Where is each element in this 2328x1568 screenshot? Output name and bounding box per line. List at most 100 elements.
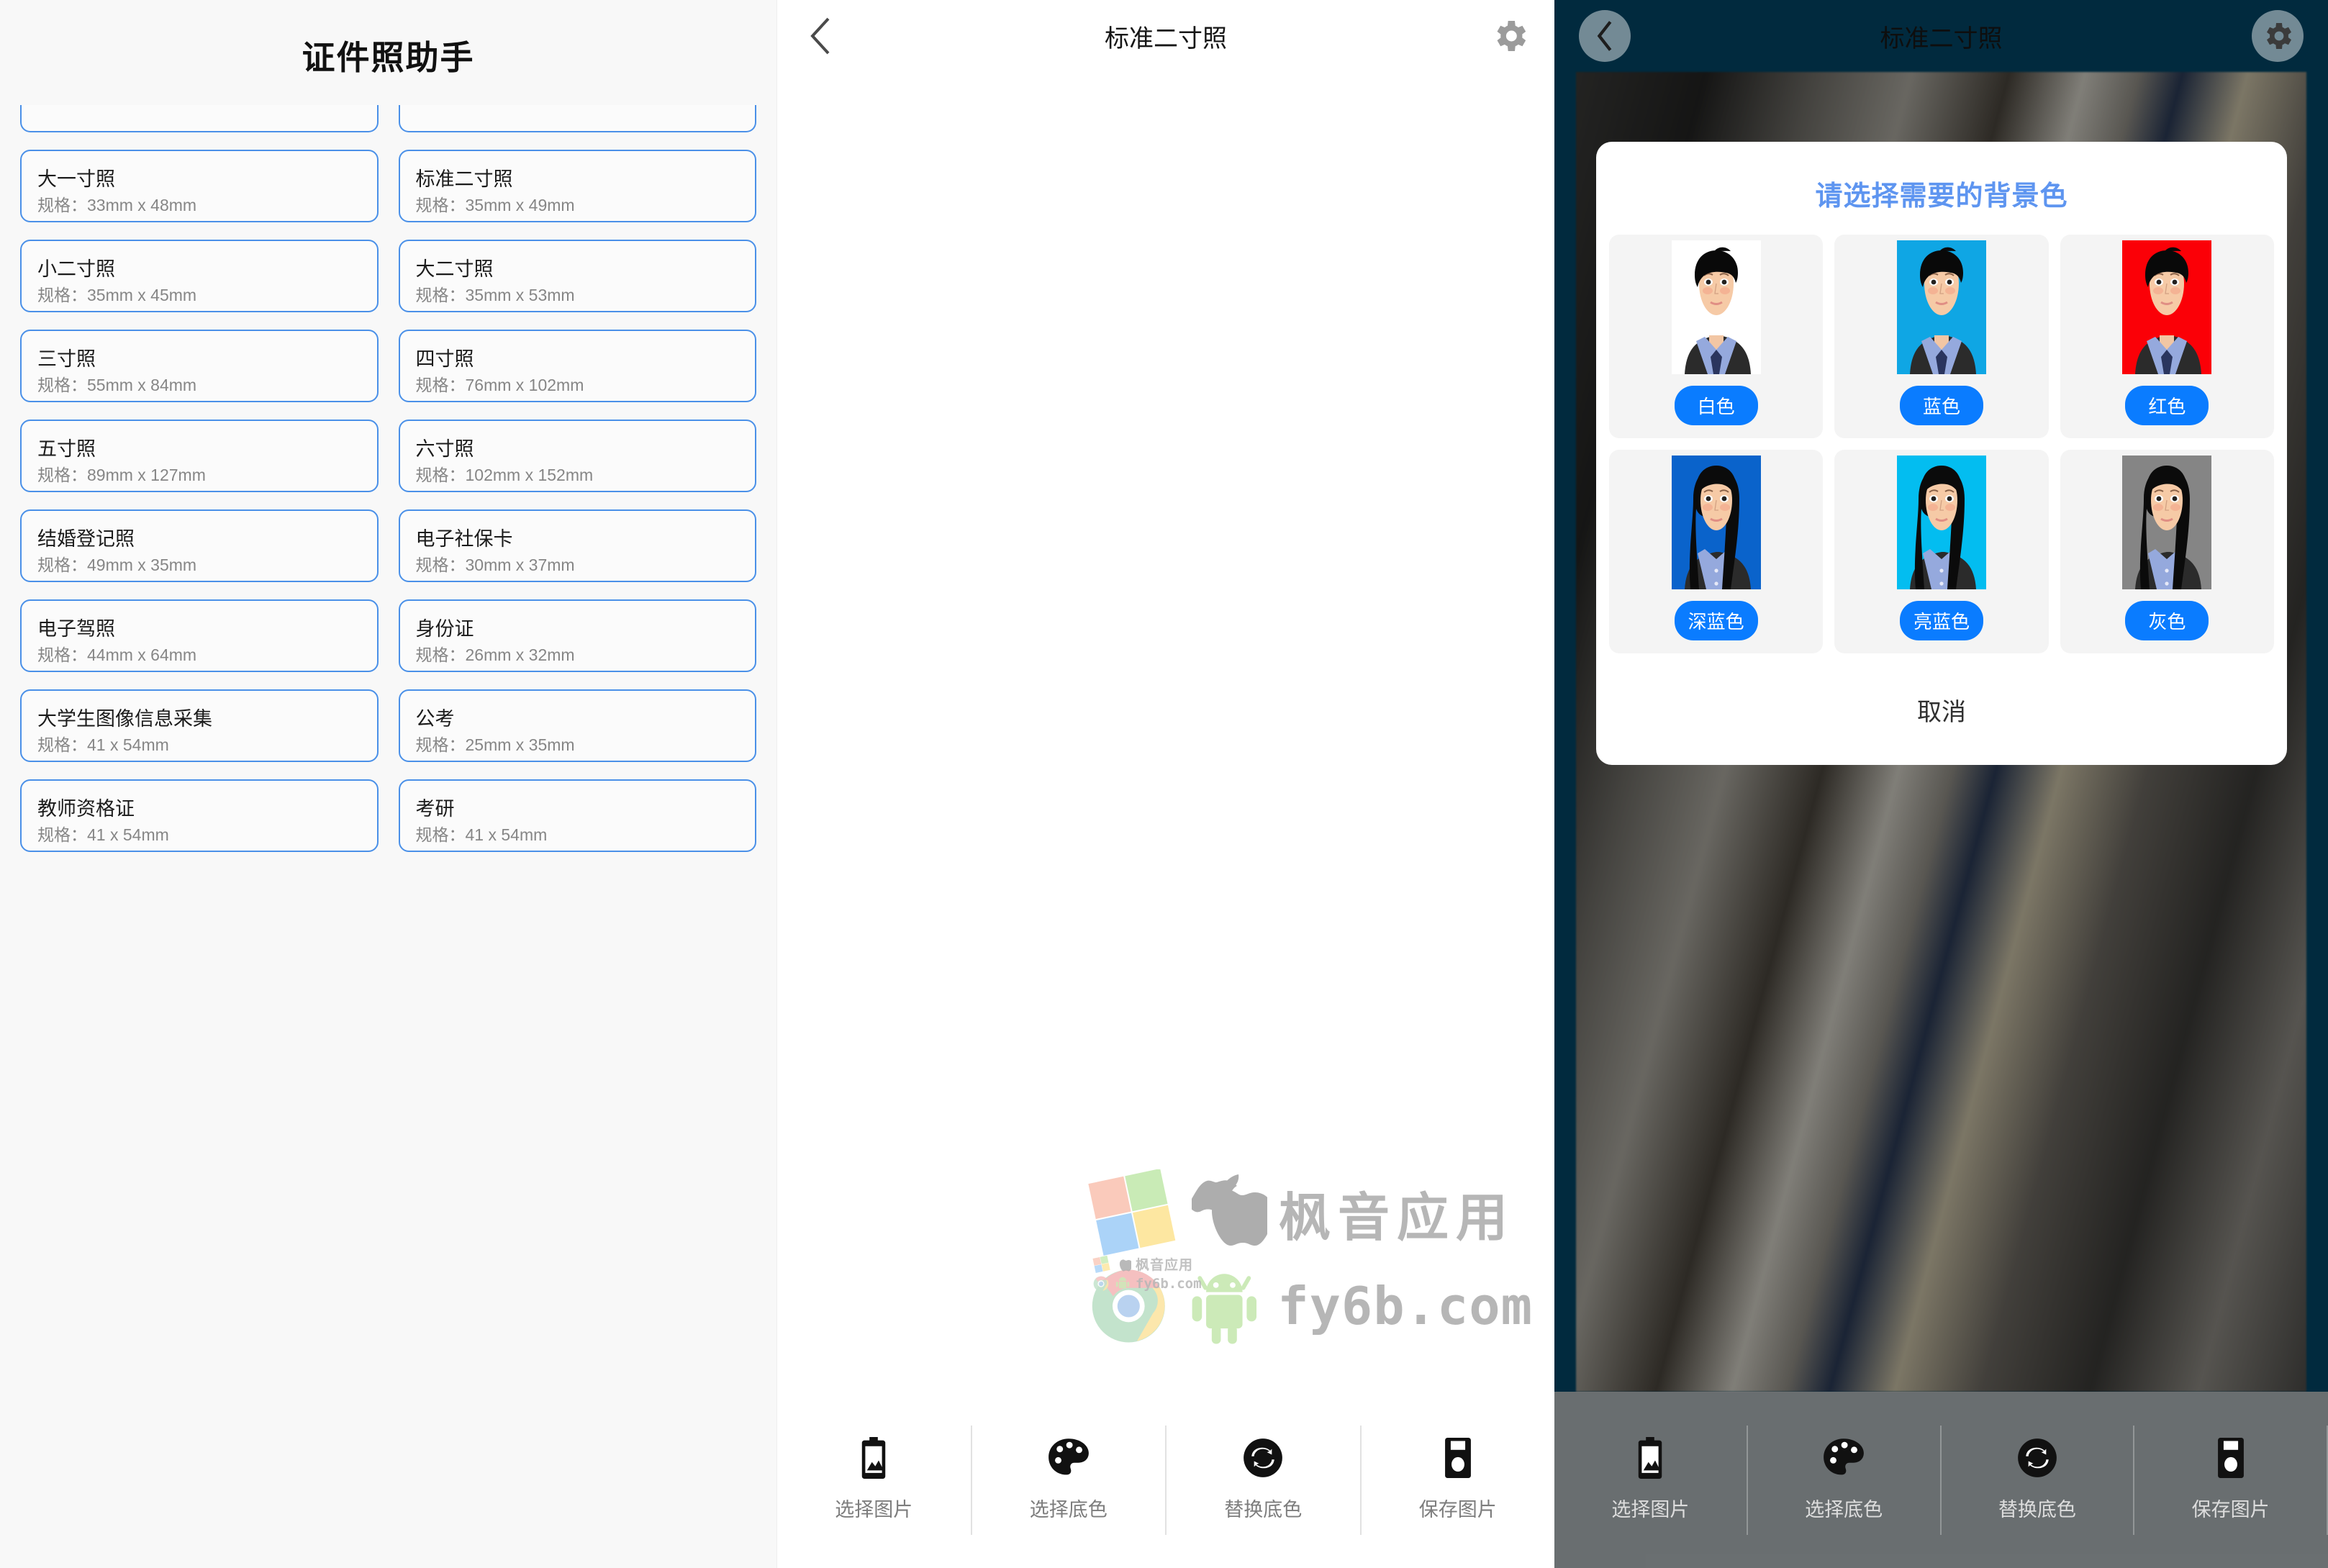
spec-card-name: 考研 [415,797,455,820]
color-preview-thumbnail [2122,456,2212,589]
spec-card[interactable]: 五寸照规格：89mm x 127mm [20,420,379,492]
swap-circle-icon [1243,1438,1283,1478]
spec-card[interactable]: 公考规格：25mm x 35mm [398,689,756,762]
toolbar-item-label: 保存图片 [1418,1499,1497,1521]
spec-card-name: 公考 [415,707,455,730]
spec-card-name: 标准二寸照 [415,168,513,190]
background-color-dialog: 请选择需要的背景色 白色 蓝色 红色深蓝色 亮蓝色 灰色 取消 [1596,142,2287,765]
color-option-button[interactable]: 亮蓝色 [1899,601,1983,640]
picker-topbar: 标准二寸照 [1554,0,2328,72]
spec-card-name: 小二寸照 [37,258,115,280]
panel-color-picker: 标准二寸照 请选择需要的背景色 白色 蓝色 红色深蓝色 亮蓝色 灰色 取消 选择图片 选择… [1554,0,2328,1568]
color-option-card[interactable]: 蓝色 [1834,235,2049,438]
toolbar-item-image-picker[interactable]: 选择图片 [1554,1425,1748,1535]
editor-title: 标准二寸照 [1105,24,1227,53]
cancel-button[interactable]: 取消 [1596,653,2287,746]
panel-spec-list: 证件照助手 大一寸照规格：33mm x 48mm 标准二寸照 规格：35mm x 4… [0,0,777,1568]
spec-card[interactable]: 大学生图像信息采集 规格：41 x 54mm [20,689,379,762]
spec-card-size: 规格：26mm x 32mm [415,645,575,665]
swap-circle-icon [2017,1438,2057,1478]
spec-card-size: 规格：41 x 54mm [37,825,169,845]
spec-card[interactable]: 小二寸照 规格：35mm x 45mm [20,240,379,312]
spec-card-grid: 大一寸照规格：33mm x 48mm 标准二寸照 规格：35mm x 49mm 小二寸… [0,105,776,852]
photo-canvas[interactable] [777,72,1554,1392]
color-option-card[interactable]: 灰色 [2060,450,2274,653]
spec-card-size: 规格：102mm x 152mm [415,466,594,485]
spec-card-size: 规格：44mm x 64mm [37,645,197,665]
spec-card-name: 五寸照 [37,438,96,460]
spec-card-size: 规格：41 x 54mm [37,735,169,755]
editor-toolbar: 选择图片 选择底色 替换底色 保存图片 [777,1392,1554,1568]
spec-card[interactable]: 教师资格证规格：41 x 54mm [20,779,379,852]
save-icon [2213,1438,2249,1478]
toolbar-item-image-picker[interactable]: 选择图片 [777,1425,972,1535]
gear-icon[interactable] [1490,16,1530,56]
spec-card-size: 规格：89mm x 127mm [37,466,206,485]
color-preview-thumbnail [1671,456,1761,589]
color-option-card[interactable]: 亮蓝色 [1834,450,2049,653]
toolbar-item-save[interactable]: 保存图片 [2134,1425,2328,1535]
color-preview-thumbnail [1896,240,1986,374]
toolbar-item-label: 替换底色 [1224,1499,1303,1521]
spec-card-name: 教师资格证 [37,797,135,820]
color-option-button[interactable]: 深蓝色 [1674,601,1758,640]
spec-card-name: 电子社保卡 [415,527,513,550]
toolbar-item-swap-circle[interactable]: 替换底色 [1167,1425,1362,1535]
spec-card[interactable]: 四寸照 规格：76mm x 102mm [398,330,756,402]
spec-card[interactable]: 身份证 规格：26mm x 32mm [398,599,756,672]
panel-editor: 标准二寸照 枫音应用 fy6b.com 枫音应用 fy6b.com 选择图片 选… [777,0,1554,1568]
dialog-title: 请选择需要的背景色 [1815,181,2068,212]
color-option-card[interactable]: 红色 [2060,235,2274,438]
chevron-left-icon[interactable] [1579,10,1631,62]
palette-icon [1048,1438,1090,1478]
spec-card[interactable]: 电子社保卡规格：30mm x 37mm [398,509,756,582]
spec-card-name: 电子驾照 [37,617,115,640]
spec-card-size: 规格：25mm x 35mm [415,735,575,755]
toolbar-item-label: 选择底色 [1029,1499,1108,1521]
toolbar-item-palette[interactable]: 选择底色 [1748,1425,1942,1535]
toolbar-item-label: 保存图片 [2191,1499,2270,1521]
palette-icon [1823,1438,1865,1478]
picker-title: 标准二寸照 [1880,24,2003,53]
spec-card[interactable]: 大二寸照 规格：35mm x 53mm [398,240,756,312]
spec-card[interactable]: 大一寸照规格：33mm x 48mm [20,150,379,222]
image-picker-icon [854,1437,893,1479]
page-title: 证件照助手 [302,39,475,76]
spec-card[interactable]: 结婚登记照规格：49mm x 35mm [20,509,379,582]
toolbar-item-swap-circle[interactable]: 替换底色 [1942,1425,2135,1535]
save-icon [1440,1438,1476,1478]
toolbar-item-palette[interactable]: 选择底色 [972,1425,1167,1535]
spec-card[interactable]: 标准二寸照 规格：35mm x 49mm [398,150,756,222]
color-option-card[interactable]: 白色 [1609,235,1824,438]
spec-card-name: 结婚登记照 [37,527,135,550]
spec-card-size: 规格：49mm x 35mm [37,556,197,575]
color-option-button[interactable]: 蓝色 [1899,386,1983,425]
screenshot-triptych: 证件照助手 大一寸照规格：33mm x 48mm 标准二寸照 规格：35mm x 4… [0,0,2328,1568]
spec-card[interactable]: 考研规格：41 x 54mm [398,779,756,852]
toolbar-item-label: 选择底色 [1805,1499,1883,1521]
spec-card-clipped[interactable] [398,105,756,132]
spec-card-name: 大二寸照 [415,258,494,280]
color-option-button[interactable]: 红色 [2125,386,2209,425]
toolbar-item-save[interactable]: 保存图片 [1362,1426,1555,1535]
spec-card[interactable]: 电子驾照规格：44mm x 64mm [20,599,379,672]
chevron-left-icon[interactable] [802,17,839,55]
color-option-button[interactable]: 白色 [1674,386,1758,425]
toolbar-item-label: 选择图片 [1611,1499,1690,1521]
editor-topbar: 标准二寸照 [777,0,1554,72]
spec-card[interactable]: 三寸照 规格：55mm x 84mm [20,330,379,402]
color-preview-thumbnail [1671,240,1761,374]
spec-card-name: 三寸照 [37,348,96,370]
spec-card-size: 规格：33mm x 48mm [37,196,197,215]
color-preview-thumbnail [1896,456,1986,589]
color-option-card[interactable]: 深蓝色 [1609,450,1824,653]
spec-card[interactable]: 六寸照 规格：102mm x 152mm [398,420,756,492]
spec-card-size: 规格：41 x 54mm [415,825,548,845]
spec-card-size: 规格：30mm x 37mm [415,556,575,575]
gear-icon[interactable] [2252,10,2304,62]
toolbar-item-label: 选择图片 [835,1499,913,1521]
spec-card-name: 大一寸照 [37,168,115,190]
spec-card-clipped[interactable] [20,105,379,132]
color-option-button[interactable]: 灰色 [2125,601,2209,640]
spec-card-name: 四寸照 [415,348,474,370]
